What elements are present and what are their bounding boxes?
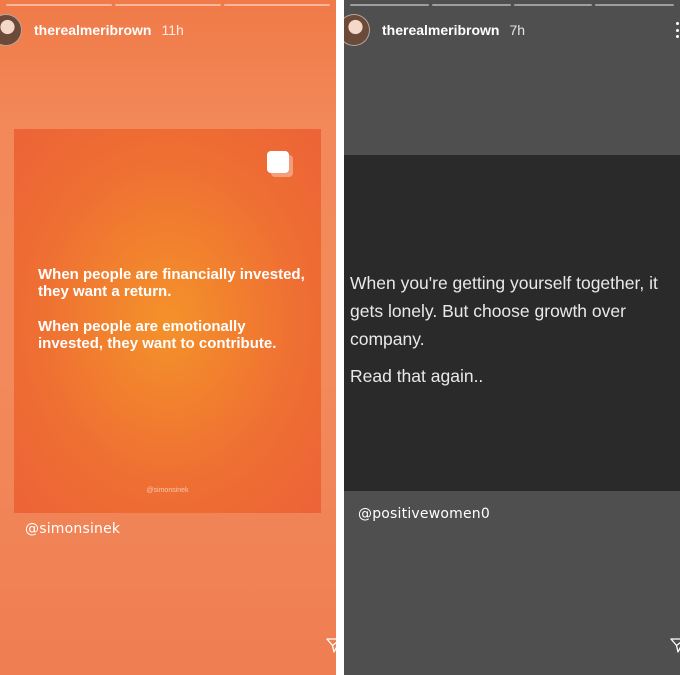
progress-segment xyxy=(6,4,112,6)
quote-card: When people are financially invested, th… xyxy=(14,129,321,513)
profile-avatar[interactable] xyxy=(0,14,22,46)
send-icon[interactable] xyxy=(670,637,680,653)
quote-band: When you're getting yourself together, i… xyxy=(344,155,680,491)
post-time: 7h xyxy=(509,22,526,38)
progress-segment xyxy=(431,4,511,6)
quote-text: Read that again.. xyxy=(350,366,484,386)
username[interactable]: therealmeribrown xyxy=(34,22,151,38)
quote-text: When people are financially invested, th… xyxy=(38,266,305,300)
card-credit: @simonsinek xyxy=(146,487,189,494)
mention-sticker[interactable]: @simonsinek xyxy=(25,521,120,537)
progress-segment xyxy=(115,4,221,6)
username[interactable]: therealmeribrown xyxy=(382,22,499,38)
quote-text: When you're getting yourself together, i… xyxy=(350,273,658,349)
progress-segment xyxy=(595,4,674,6)
story-progress-bar xyxy=(6,4,330,6)
post-time: 11h xyxy=(161,22,184,38)
progress-segment xyxy=(350,4,429,6)
story-progress-bar xyxy=(350,4,674,6)
send-icon[interactable] xyxy=(326,637,336,653)
story-right[interactable]: therealmeribrown 7h When you're getting … xyxy=(344,0,680,675)
mention-sticker[interactable]: @positivewomen0 xyxy=(358,506,490,522)
story-header: therealmeribrown 7h xyxy=(344,14,680,46)
profile-avatar[interactable] xyxy=(344,14,370,46)
more-icon[interactable] xyxy=(676,22,680,38)
story-left[interactable]: therealmeribrown 11h When people are fin… xyxy=(0,0,336,675)
quote-text: When people are emotionally invested, th… xyxy=(38,318,277,352)
stack-icon xyxy=(267,151,295,179)
progress-segment xyxy=(513,4,593,6)
progress-segment xyxy=(224,4,330,6)
story-header: therealmeribrown 11h xyxy=(0,14,336,46)
